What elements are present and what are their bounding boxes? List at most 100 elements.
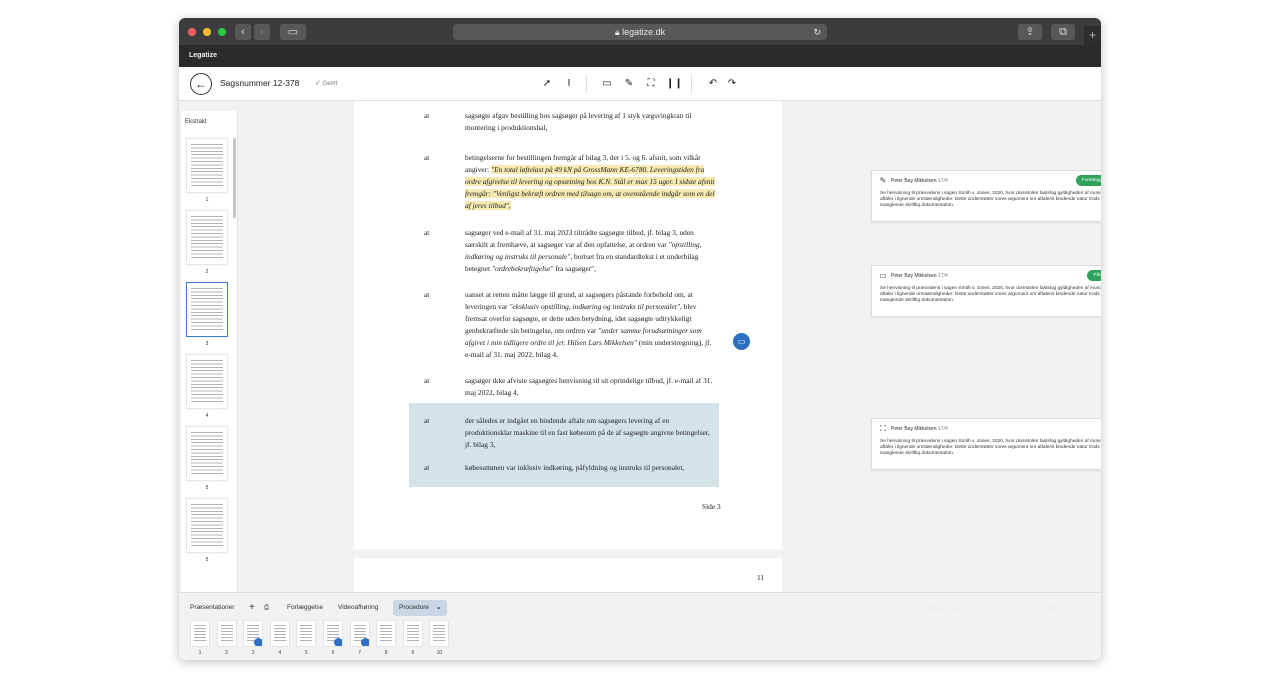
document-page: at sagsøgte afgav bestilling hos sagsøger…	[354, 101, 782, 549]
page-thumbnail[interactable]	[186, 354, 228, 409]
presentation-page-thumbnail[interactable]	[402, 620, 423, 647]
thumbnail-label: 5	[205, 557, 209, 563]
thumbnail-preview	[300, 624, 313, 643]
comment-icon: ▭	[879, 271, 887, 280]
thumbnail-preview	[194, 624, 206, 643]
page-thumbnail[interactable]	[186, 138, 228, 193]
zoom-level: 100%	[1041, 604, 1062, 613]
thumbnail-preview	[380, 624, 393, 643]
page-thumbnail[interactable]	[186, 282, 228, 337]
tab-presentation[interactable]: Forlæggelse	[287, 600, 323, 616]
thumbnail-preview	[191, 431, 223, 476]
browser-forward-icon[interactable]: ›	[254, 24, 270, 40]
columns-icon[interactable]: ❙❙	[666, 78, 683, 90]
undo-icon[interactable]: ↶	[706, 78, 720, 90]
paragraph-marker: at	[424, 111, 430, 120]
note-author: Peter Bay Mikkelsen	[891, 426, 937, 432]
text-cursor-icon[interactable]: I	[562, 78, 576, 90]
page-footer: Side 3	[702, 502, 721, 511]
comment-marker-icon[interactable]: ▭	[733, 333, 750, 350]
page-thumbnail[interactable]	[186, 426, 228, 481]
note-card[interactable]: ✎ Peter Bay Mikkelsen17/4 Forelæggelse Se h…	[871, 170, 1101, 222]
back-button[interactable]: ←	[190, 73, 212, 95]
paragraph-marker: at	[424, 463, 430, 472]
thumbnail-preview	[191, 215, 223, 260]
presentation-page-label: 8	[384, 650, 388, 656]
share-icon[interactable]: ⇪	[1018, 24, 1042, 40]
frame-icon: ⛶	[880, 424, 886, 433]
chevron-down-icon: ⌄	[435, 604, 442, 611]
tab-procedure[interactable]: Procedure ⌄	[393, 600, 448, 616]
thumbnail-preview	[220, 624, 233, 643]
browser-window: ‹ › ▭ 🔒︎ legatize.dk ↻ ⇪ ⧉ + Legatize ← …	[179, 18, 1101, 660]
toolbar-divider	[586, 75, 587, 93]
paragraph-text: købesummen var inklusiv indkøring, påfyl…	[465, 463, 685, 472]
presentation-page-thumbnail[interactable]	[376, 620, 397, 647]
presentation-page-label: 1	[198, 650, 202, 656]
presentation-page-thumbnail[interactable]	[323, 620, 343, 647]
page-thumbnail[interactable]	[186, 210, 228, 265]
reload-icon[interactable]: ↻	[813, 24, 821, 40]
paragraph-text: betingelserne for bestillingen fremgår a…	[465, 153, 715, 210]
redo-icon[interactable]: ↷	[725, 78, 739, 90]
page-thumbnail[interactable]	[186, 498, 228, 553]
thumbnail-label: 5	[205, 485, 209, 491]
thumbnail-preview	[191, 287, 223, 332]
presentation-page-label: 6	[331, 650, 335, 656]
sidebar-toggle-icon[interactable]: ▭	[280, 24, 306, 40]
annotation-badge-icon	[334, 638, 342, 646]
paragraph-marker: at	[424, 416, 430, 425]
paragraph-text: uanset at retten måtte lægge til grund, …	[465, 290, 712, 359]
minimize-window-button[interactable]	[203, 28, 211, 36]
paragraph-marker: at	[424, 376, 430, 385]
note-date: 17/4	[938, 273, 948, 279]
thumbnail-label: 3	[205, 341, 209, 347]
note-body: Se henvisning til præcedens i sagen Smit…	[880, 286, 1101, 303]
maximize-window-button[interactable]	[218, 28, 226, 36]
editor-toolbar: ← Sagsnummer 12-378 ✓ Gemt ➚ I ▭ ✎ ⛶ ❙❙ …	[179, 67, 1101, 101]
thumbnail-preview	[273, 624, 286, 643]
note-card[interactable]: ⛶ Peter Bay Mikkelsen 17/4 Se henvisning ti…	[871, 418, 1101, 470]
note-date: 17/4	[938, 426, 948, 432]
zoom-in-icon[interactable]: +	[1082, 602, 1088, 613]
frame-icon[interactable]: ⛶	[644, 78, 658, 90]
pen-icon[interactable]: ✎	[622, 78, 636, 90]
note-tag-badge[interactable]: Forelæggelse	[1075, 175, 1101, 186]
presentation-page-thumbnail[interactable]	[349, 620, 370, 647]
close-window-button[interactable]	[188, 28, 196, 36]
presentation-page-thumbnail[interactable]	[269, 620, 290, 647]
sidebar-scrollbar[interactable]	[233, 138, 236, 218]
thumbnail-preview	[191, 503, 223, 548]
annotation-badge-icon	[360, 638, 369, 646]
thumbnail-label: 2	[205, 269, 209, 275]
presentation-page-thumbnail[interactable]	[216, 620, 237, 647]
thumbnail-label: 1	[205, 197, 209, 203]
thumbnail-label: 4	[205, 413, 209, 419]
add-icon[interactable]: +	[249, 600, 255, 616]
note-body: Se henvisning til præcedens i sagen Smit…	[880, 191, 1101, 208]
new-tab-button[interactable]: +	[1084, 26, 1101, 45]
sidebar-title: Ekstrakt	[185, 119, 207, 125]
presentation-page-thumbnail[interactable]	[296, 620, 317, 647]
presentation-page-thumbnail[interactable]	[429, 620, 450, 647]
case-number: Sagsnummer 12-378	[220, 78, 300, 88]
zoom-out-icon[interactable]: −	[1018, 604, 1023, 613]
note-tag-badge[interactable]: Påstand	[1087, 270, 1101, 281]
presentation-page-thumbnail[interactable]	[190, 620, 210, 647]
thumbnail-preview	[191, 143, 223, 188]
url-text: legatize.dk	[622, 27, 666, 37]
document-icon[interactable]: ⎙	[264, 600, 269, 616]
note-author: Peter Bay Mikkelsen	[891, 178, 937, 184]
note-card[interactable]: ▭ Peter Bay Mikkelsen17/4 Påstand Se henvis…	[871, 265, 1101, 317]
tab-presentations[interactable]: Præsentationer	[190, 600, 234, 616]
browser-back-icon[interactable]: ‹	[235, 24, 251, 40]
check-icon: ✓	[315, 80, 321, 87]
presentation-page-thumbnail[interactable]	[243, 620, 264, 647]
tab-video-examination[interactable]: Videoafhøring	[338, 600, 378, 616]
presentation-page-label: 5	[305, 650, 308, 656]
select-arrow-icon[interactable]: ➚	[540, 78, 554, 90]
tabs-overview-icon[interactable]: ⧉	[1051, 24, 1075, 40]
paragraph-text: der således er indgået en bindende aftal…	[465, 416, 710, 449]
comment-icon[interactable]: ▭	[600, 78, 614, 90]
address-bar[interactable]: 🔒︎ legatize.dk ↻	[453, 24, 827, 40]
